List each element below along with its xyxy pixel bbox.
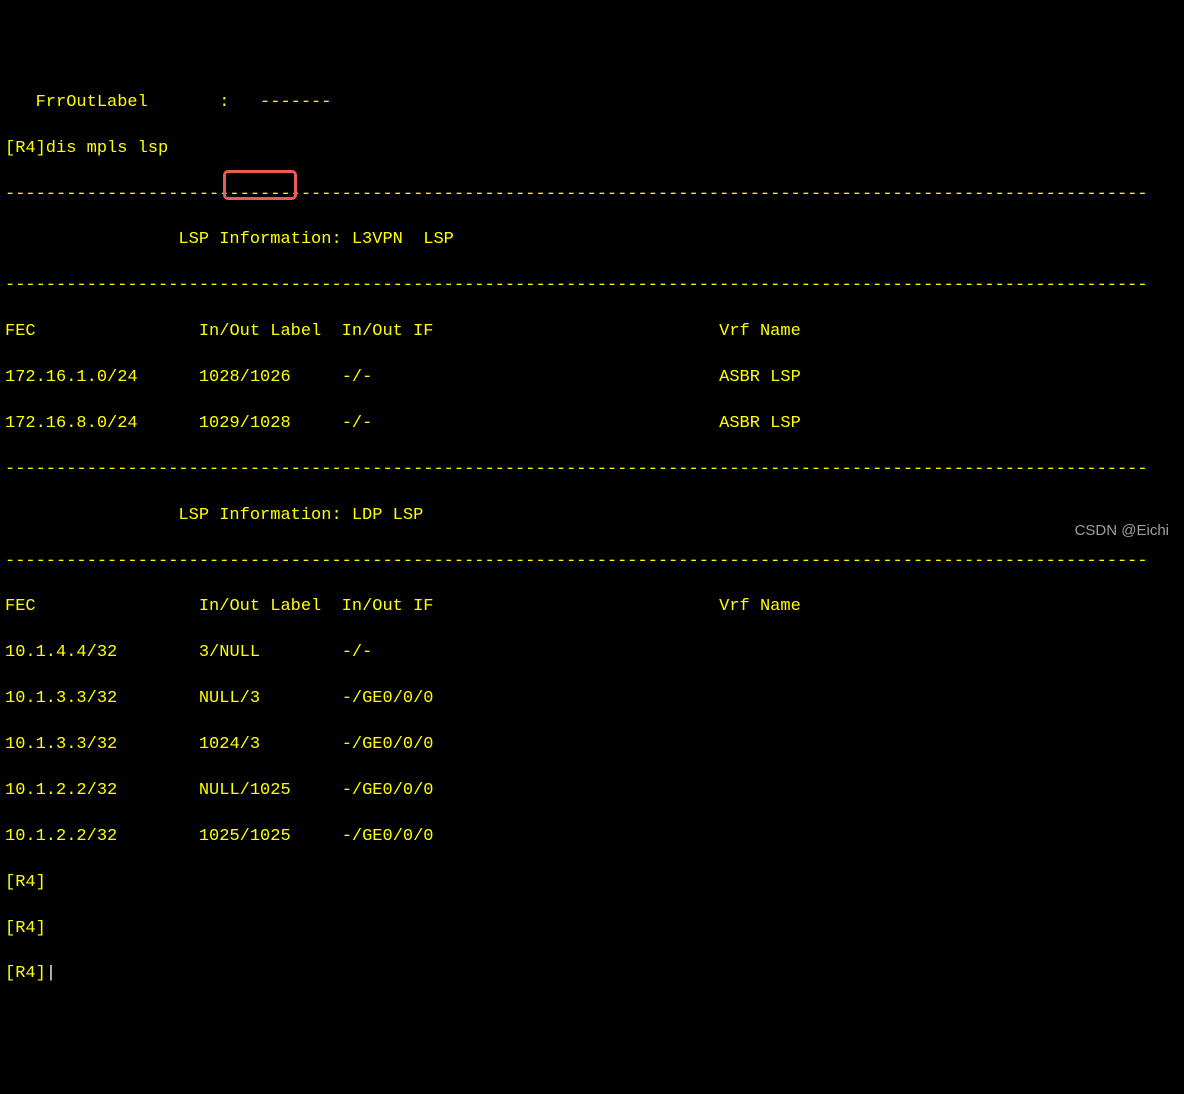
ldp-row-if: -/GE0/0/0 [342,781,434,800]
ldp-row: 10.1.4.4/32 3/NULL -/- [5,642,1179,665]
ldp-header-vrf: Vrf Name [719,597,801,616]
l3vpn-header-vrf: Vrf Name [719,322,801,341]
l3vpn-header-fec: FEC [5,322,36,341]
ldp-row: 10.1.3.3/32 1024/3 -/GE0/0/0 [5,734,1179,757]
ldp-row-if: -/GE0/0/0 [342,689,434,708]
ldp-title: LSP Information: LDP LSP [5,505,1179,528]
prompt-line[interactable]: [R4] [5,918,1179,941]
l3vpn-title: LSP Information: L3VPN LSP [5,229,1179,252]
ldp-header-row: FEC In/Out Label In/Out IF Vrf Name [5,596,1179,619]
ldp-row-fec: 10.1.3.3/32 [5,735,117,754]
ldp-row-label: NULL/1025 [199,781,291,800]
ldp-row-label: 1025/1025 [199,827,291,846]
ldp-row-fec: 10.1.2.2/32 [5,827,117,846]
ldp-row-fec: 10.1.3.3/32 [5,689,117,708]
l3vpn-row: 172.16.8.0/24 1029/1028 -/- ASBR LSP [5,413,1179,436]
l3vpn-header-if: In/Out IF [342,322,434,341]
l3vpn-row-if: -/- [342,368,373,387]
ldp-header-fec: FEC [5,597,36,616]
divider-line-1: ----------------------------------------… [5,184,1179,207]
l3vpn-row-vrf: ASBR LSP [719,368,801,387]
ldp-row-label: 3/NULL [199,643,260,662]
l3vpn-row-fec: 172.16.8.0/24 [5,414,138,433]
ldp-header-if: In/Out IF [342,597,434,616]
ldp-row-fec: 10.1.4.4/32 [5,643,117,662]
l3vpn-row-if: -/- [342,414,373,433]
l3vpn-row-fec: 172.16.1.0/24 [5,368,138,387]
ldp-row-if: -/- [342,643,373,662]
prompt-line[interactable]: [R4] [5,872,1179,895]
ldp-row-label: 1024/3 [199,735,260,754]
prompt-label: [R4] [5,964,46,983]
l3vpn-row-vrf: ASBR LSP [719,414,801,433]
l3vpn-header-row: FEC In/Out Label In/Out IF Vrf Name [5,321,1179,344]
ldp-row-fec: 10.1.2.2/32 [5,781,117,800]
l3vpn-row: 172.16.1.0/24 1028/1026 -/- ASBR LSP [5,367,1179,390]
prompt-with-cursor[interactable]: [R4]| [5,963,1179,986]
l3vpn-row-label: 1028/1026 [199,368,291,387]
ldp-row: 10.1.3.3/32 NULL/3 -/GE0/0/0 [5,688,1179,711]
l3vpn-row-label: 1029/1028 [199,414,291,433]
ldp-header-label: In/Out Label [199,597,321,616]
ldp-row-if: -/GE0/0/0 [342,735,434,754]
ldp-row-if: -/GE0/0/0 [342,827,434,846]
cursor-icon: | [46,964,56,983]
watermark-label: CSDN @Eichi [1075,521,1169,541]
ldp-row: 10.1.2.2/32 1025/1025 -/GE0/0/0 [5,826,1179,849]
ldp-row-label: NULL/3 [199,689,260,708]
command-input[interactable]: [R4]dis mpls lsp [5,138,1179,161]
divider-line-4: ----------------------------------------… [5,551,1179,574]
frr-out-label: FrrOutLabel : ------- [5,92,1179,115]
divider-line-3: ----------------------------------------… [5,459,1179,482]
l3vpn-header-label: In/Out Label [199,322,321,341]
divider-line-2: ----------------------------------------… [5,275,1179,298]
ldp-row: 10.1.2.2/32 NULL/1025 -/GE0/0/0 [5,780,1179,803]
